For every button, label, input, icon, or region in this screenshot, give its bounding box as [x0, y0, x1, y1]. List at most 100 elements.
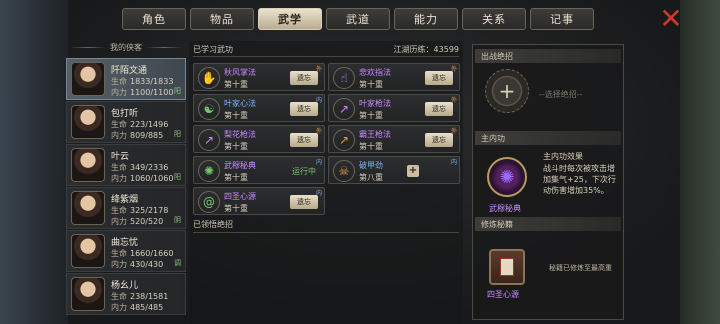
- skill-type-badge: 内: [315, 159, 322, 166]
- hero-mp: 内力 809/885: [111, 131, 164, 140]
- skill-name: 武穆秘典: [224, 161, 256, 170]
- background-scenery-right: [680, 0, 720, 324]
- manual-section-title: 修炼秘籍: [475, 217, 621, 231]
- hero-name: 包打听: [111, 109, 139, 119]
- skill-name: 霸王枪法: [359, 130, 391, 139]
- hero-mp: 内力 485/485: [111, 303, 164, 312]
- forget-button[interactable]: 遗忘: [425, 102, 453, 116]
- hero-list-header: 我的侠客: [70, 40, 182, 54]
- skill-type-badge: 内: [450, 159, 457, 166]
- spear-icon: ↗: [333, 98, 355, 120]
- skill-name: 悲欢指法: [359, 68, 391, 77]
- hero-item[interactable]: 绛紫烟 生命 325/2178 内力 520/520 阴: [66, 187, 186, 229]
- forget-button[interactable]: 遗忘: [425, 71, 453, 85]
- inner-effect-title: 主内功效果: [543, 152, 583, 161]
- hero-hp: 生命 1833/1833: [111, 77, 174, 86]
- inner-skill-name: 武穆秘典: [489, 204, 521, 213]
- forget-button[interactable]: 遗忘: [290, 102, 318, 116]
- skill-level: 第十重: [224, 142, 248, 151]
- hero-hp: 生命 325/2178: [111, 206, 169, 215]
- hero-name: 叶云: [111, 152, 130, 162]
- skill-item[interactable]: ✋ 秋风掌法 第十重 遗忘 外: [193, 63, 325, 91]
- tab-items[interactable]: 物品: [190, 8, 254, 30]
- skill-level: 第十重: [359, 80, 383, 89]
- hero-hp: 生命 223/1496: [111, 120, 169, 129]
- hero-name: 阡陌文通: [111, 66, 148, 76]
- manual-name: 四圣心源: [487, 290, 519, 299]
- skill-item[interactable]: ☝ 悲欢指法 第十重 遗忘 外: [328, 63, 460, 91]
- forget-button[interactable]: 遗忘: [425, 133, 453, 147]
- avatar: [71, 148, 105, 182]
- running-status: 运行中: [292, 167, 316, 176]
- detail-panel: 出战绝招 + --选择绝招-- 主内功 ✺ 武穆秘典 主内功效果 战斗时每次被攻…: [472, 44, 624, 320]
- skill-type-badge: 内: [315, 97, 322, 104]
- skill-item[interactable]: ☯ 叶家心法 第十重 遗忘 内: [193, 94, 325, 122]
- skill-item[interactable]: ☠ 破甲劲 第八重 + 内: [328, 156, 460, 184]
- manual-status-text: 秘籍已修炼至最高重: [549, 264, 612, 272]
- learned-skills-title: 已学习武功: [193, 45, 233, 54]
- avatar: [71, 105, 105, 139]
- background-scenery-left: [0, 0, 68, 324]
- skill-level: 第十重: [224, 80, 248, 89]
- hero-mp: 内力 520/520: [111, 217, 164, 226]
- hero-name: 绛紫烟: [111, 195, 139, 205]
- learned-skills-panel: 已学习武功 江湖历练：43599 ✋ 秋风掌法 第十重 遗忘 外 ☝ 悲欢指法 …: [189, 41, 463, 324]
- hero-item[interactable]: 杨幺儿 生命 238/1581 内力 485/485: [66, 273, 186, 315]
- tab-martial-arts[interactable]: 武学: [258, 8, 322, 30]
- skill-item[interactable]: @ 四圣心源 第十重 遗忘 内: [193, 187, 325, 215]
- skill-name: 叶家枪法: [359, 99, 391, 108]
- hero-list: 阡陌文通 生命 1833/1833 内力 1100/1100 阳 包打听 生命 223…: [66, 58, 186, 316]
- plus-icon: +: [498, 79, 516, 103]
- skill-level: 第十重: [224, 173, 248, 182]
- skill-name: 四圣心源: [224, 192, 256, 201]
- forget-button[interactable]: 遗忘: [290, 71, 318, 85]
- palm-icon: ✋: [198, 67, 220, 89]
- learned-skills-header: 已学习武功 江湖历练：43599: [193, 43, 459, 57]
- hero-item[interactable]: 曲忘忧 生命 1660/1660 内力 430/430 调: [66, 230, 186, 272]
- forget-button[interactable]: 遗忘: [290, 133, 318, 147]
- hero-item[interactable]: 阡陌文通 生命 1833/1833 内力 1100/1100 阳: [66, 58, 186, 100]
- hero-tag: 阳: [174, 87, 181, 95]
- ultimate-section-title: 出战绝招: [475, 49, 621, 63]
- hero-name: 杨幺儿: [111, 281, 139, 291]
- tab-character[interactable]: 角色: [122, 8, 186, 30]
- hero-item[interactable]: 叶云 生命 349/2336 内力 1060/1060 阳: [66, 144, 186, 186]
- skill-type-badge: 内: [315, 190, 322, 197]
- skill-item[interactable]: ↗ 霸王枪法 第十重 遗忘 外: [328, 125, 460, 153]
- inner-skill-icon[interactable]: ✺: [487, 157, 527, 197]
- skill-name: 秋风掌法: [224, 68, 256, 77]
- finger-icon: ☝: [333, 67, 355, 89]
- skill-item[interactable]: ↗ 叶家枪法 第十重 遗忘 外: [328, 94, 460, 122]
- claw-icon: ✺: [198, 160, 220, 182]
- tab-abilities[interactable]: 能力: [394, 8, 458, 30]
- experience-value: 江湖历练：43599: [393, 45, 459, 54]
- armor-break-icon: ☠: [333, 160, 355, 182]
- avatar: [71, 62, 105, 96]
- meditation-icon: ☯: [198, 98, 220, 120]
- hero-item[interactable]: 包打听 生命 223/1496 内力 809/885 阳: [66, 101, 186, 143]
- skill-type-badge: 外: [315, 128, 322, 135]
- hero-hp: 生命 349/2336: [111, 163, 169, 172]
- game-screen: 角色 物品 武学 武道 能力 关系 记事 ✕ 我的侠客 阡陌文通 生命 1833/…: [0, 0, 720, 324]
- skill-item[interactable]: ↗ 梨花枪法 第十重 遗忘 外: [193, 125, 325, 153]
- swirl-icon: @: [198, 191, 220, 213]
- hero-mp: 内力 1100/1100: [111, 88, 174, 97]
- spear-icon: ↗: [198, 129, 220, 151]
- skill-level: 第十重: [359, 142, 383, 151]
- tab-martial-way[interactable]: 武道: [326, 8, 390, 30]
- book-icon[interactable]: [489, 249, 525, 285]
- skill-item[interactable]: ✺ 武穆秘典 第十重 运行中 内: [193, 156, 325, 184]
- skill-type-badge: 外: [450, 97, 457, 104]
- tab-relations[interactable]: 关系: [462, 8, 526, 30]
- avatar: [71, 277, 105, 311]
- ultimate-slot-button[interactable]: +: [485, 69, 529, 113]
- forget-button[interactable]: 遗忘: [290, 195, 318, 209]
- tab-journal[interactable]: 记事: [530, 8, 594, 30]
- skill-level: 第十重: [224, 204, 248, 213]
- inner-skill-section-title: 主内功: [475, 131, 621, 145]
- skill-level: 第八重: [359, 173, 383, 182]
- upgrade-plus-button[interactable]: +: [407, 165, 419, 177]
- close-icon[interactable]: ✕: [658, 5, 684, 33]
- hero-name: 曲忘忧: [111, 238, 139, 248]
- hero-mp: 内力 1060/1060: [111, 174, 174, 183]
